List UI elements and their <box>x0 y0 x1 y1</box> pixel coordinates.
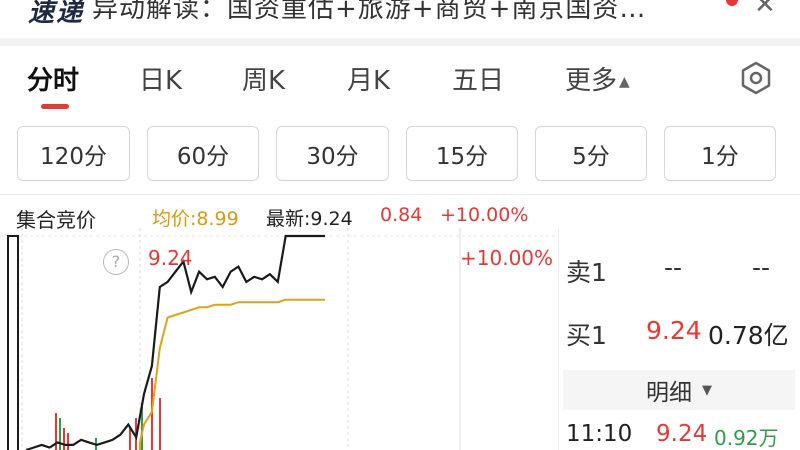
sell1-price: -- <box>664 253 683 282</box>
tab-monthly-k[interactable]: 月K <box>347 60 390 97</box>
minute-15-button[interactable]: 15分 <box>406 126 518 181</box>
detail-button[interactable]: 明细 ▼ <box>563 370 795 410</box>
tab-label: 五日 <box>452 66 505 96</box>
auction-price-line <box>7 235 19 450</box>
news-banner[interactable]: 速递 异动解读：国资重估+旅游+商贸+南京国资… ✕ <box>0 0 800 38</box>
tab-label: 更多 <box>565 66 618 96</box>
price-change: 0.84 <box>380 204 423 226</box>
tab-more[interactable]: 更多 ▲ <box>565 60 630 97</box>
trade-time: 11:10 <box>566 421 633 447</box>
buy1-price: 9.24 <box>646 316 702 345</box>
chart-top-price-label: 9.24 <box>148 246 193 270</box>
gear-icon <box>741 61 771 95</box>
average-price-line <box>139 298 325 450</box>
tab-weekly-k[interactable]: 周K <box>242 60 285 97</box>
caret-up-icon: ▲ <box>619 73 630 90</box>
sell1-volume: -- <box>752 253 771 282</box>
divider <box>0 194 800 195</box>
caret-down-icon: ▼ <box>702 382 712 398</box>
minute-120-button[interactable]: 120分 <box>17 126 130 181</box>
close-icon[interactable]: ✕ <box>754 0 776 20</box>
panel-divider <box>558 228 559 450</box>
sell1-label: 卖1 <box>566 258 607 287</box>
buy1-label: 买1 <box>566 321 607 350</box>
minute-30-button[interactable]: 30分 <box>276 126 389 181</box>
tab-daily-k[interactable]: 日K <box>139 60 182 97</box>
trade-price: 9.24 <box>656 421 708 447</box>
tab-label: 月K <box>347 66 391 96</box>
price-change-percent: +10.00% <box>440 204 529 226</box>
trade-volume: 0.92万 <box>714 426 779 450</box>
news-logo: 速递 <box>28 0 85 28</box>
tab-five-day[interactable]: 五日 <box>452 60 504 97</box>
minute-1-button[interactable]: 1分 <box>664 126 776 181</box>
tab-intraday[interactable]: 分时 <box>27 60 79 97</box>
chart-top-pct-label: +10.00% <box>460 246 554 270</box>
section-divider <box>0 38 800 46</box>
buy1-volume: 0.78亿 <box>708 321 789 350</box>
settings-button[interactable] <box>738 60 774 96</box>
average-price: 均价:8.99 <box>152 208 239 230</box>
news-headline[interactable]: 异动解读：国资重估+旅游+商贸+南京国资… <box>92 0 646 25</box>
tab-label: 周K <box>242 66 286 96</box>
unread-dot-icon <box>726 0 738 6</box>
tab-label: 日K <box>139 66 183 96</box>
active-tab-indicator <box>41 104 69 109</box>
tab-label: 分时 <box>27 66 80 96</box>
latest-price: 最新:9.24 <box>266 208 353 230</box>
minute-60-button[interactable]: 60分 <box>147 126 259 181</box>
help-icon[interactable]: ? <box>103 249 129 275</box>
minute-5-button[interactable]: 5分 <box>535 126 647 181</box>
detail-label: 明细 <box>646 380 692 406</box>
